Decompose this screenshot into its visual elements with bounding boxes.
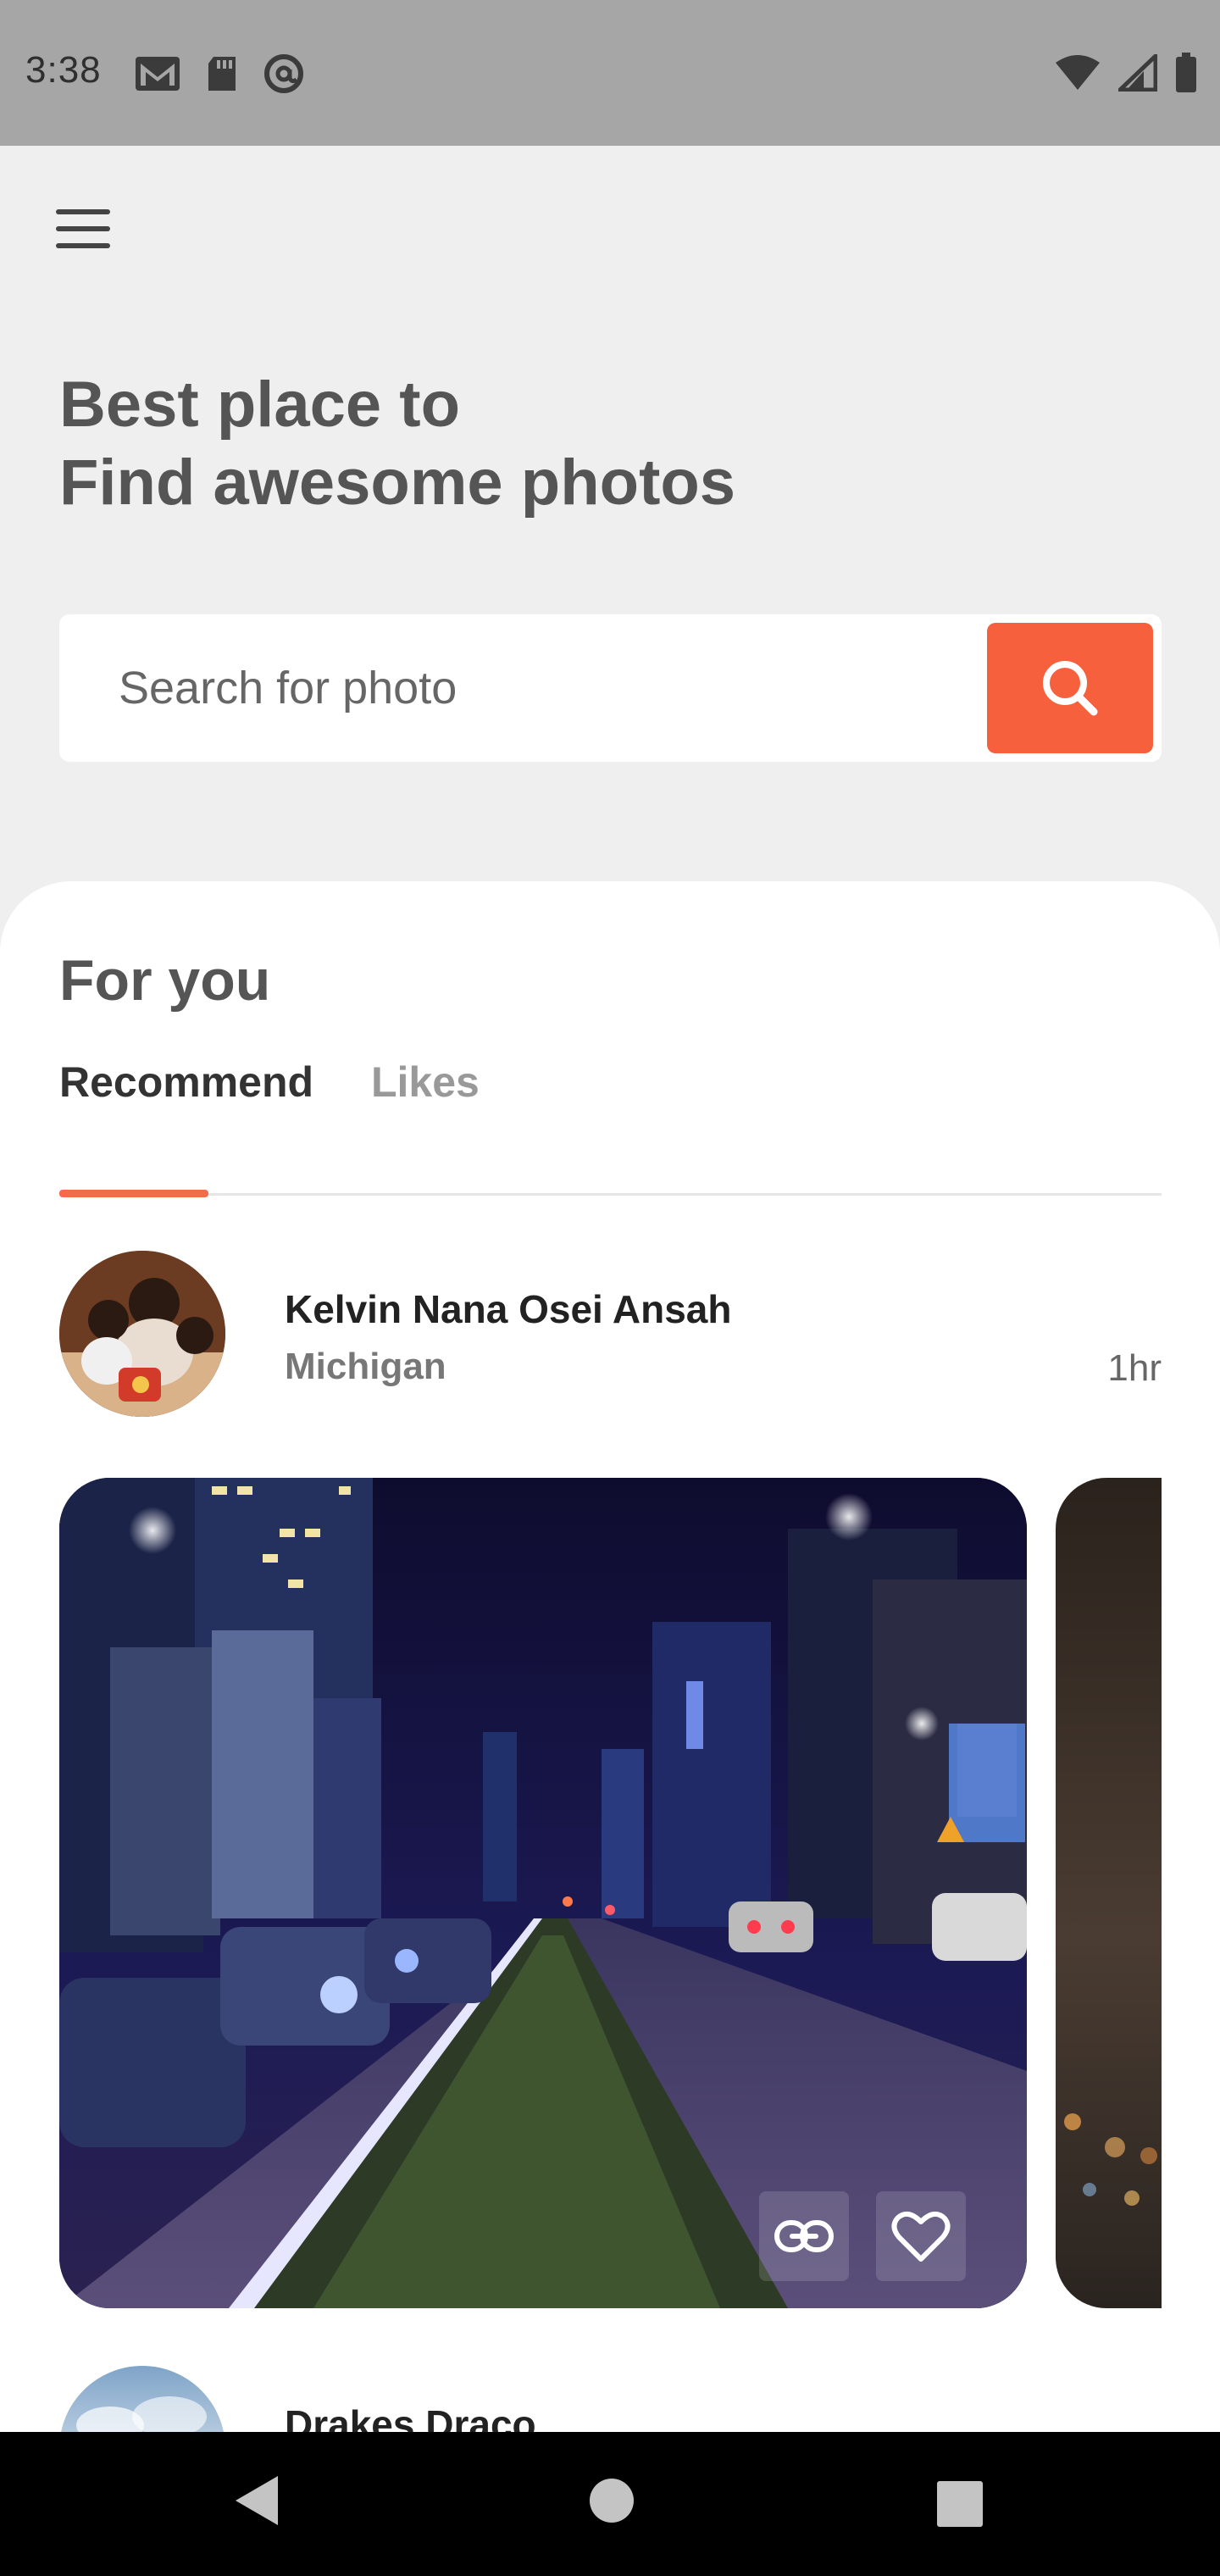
status-bar: 3:38: [0, 0, 1220, 146]
tab-divider: [59, 1193, 1162, 1196]
recents-icon[interactable]: [937, 2481, 983, 2527]
system-nav-bar: [0, 2432, 1220, 2576]
battery-icon: [1176, 53, 1196, 92]
photo-actions: [759, 2191, 966, 2281]
search-icon: [1043, 661, 1098, 716]
home-icon[interactable]: [586, 2471, 637, 2530]
like-button[interactable]: [876, 2191, 966, 2281]
tab-recommend[interactable]: Recommend: [59, 1058, 313, 1107]
avatar[interactable]: [59, 2366, 225, 2432]
author-name[interactable]: Kelvin Nana Osei Ansah: [285, 1286, 731, 1332]
post-header[interactable]: Drakes Draco: [59, 2366, 1162, 2432]
heart-icon: [891, 2211, 951, 2262]
link-icon: [774, 2220, 834, 2252]
post-header[interactable]: Kelvin Nana Osei Ansah Michigan 1hr: [59, 1251, 1162, 1420]
hamburger-menu-icon[interactable]: [56, 209, 110, 248]
search-input[interactable]: [119, 614, 966, 762]
menu-line: [56, 209, 110, 214]
menu-line: [56, 243, 110, 248]
status-right-icons: [1054, 53, 1198, 93]
headline-line-2: Find awesome photos: [59, 447, 736, 519]
sd-card-icon: [208, 57, 236, 91]
status-left-icons: [134, 53, 305, 95]
tab-likes[interactable]: Likes: [371, 1058, 480, 1107]
at-sign-icon: [264, 54, 303, 93]
gmail-icon: [136, 57, 180, 91]
wifi-icon: [1056, 55, 1100, 90]
cell-signal-icon: [1118, 54, 1157, 92]
search-button[interactable]: [987, 623, 1153, 753]
next-photo-card[interactable]: [1056, 1478, 1162, 2308]
page-headline: Best place to Find awesome photos: [59, 366, 907, 522]
author-name[interactable]: Drakes Draco: [285, 2401, 536, 2432]
copy-link-button[interactable]: [759, 2191, 849, 2281]
feed-tabs: Recommend Likes: [59, 1058, 1162, 1197]
content-sheet: For you Recommend Likes Kelvin Nana Osei…: [0, 881, 1220, 2432]
author-location: Michigan: [285, 1346, 446, 1387]
headline-line-1: Best place to: [59, 369, 461, 441]
search-bar: [59, 614, 1162, 762]
app-screen: 3:38 Best place to Find awesome photos S…: [0, 0, 1220, 2576]
menu-line: [56, 226, 110, 231]
photo-card[interactable]: [59, 1478, 1027, 2308]
post-time: 1hr: [1107, 1347, 1162, 1389]
active-tab-indicator: [59, 1190, 208, 1197]
back-icon[interactable]: [230, 2471, 281, 2530]
avatar[interactable]: [59, 1251, 225, 1417]
section-title: For you: [59, 948, 271, 1013]
status-time: 3:38: [25, 49, 102, 91]
